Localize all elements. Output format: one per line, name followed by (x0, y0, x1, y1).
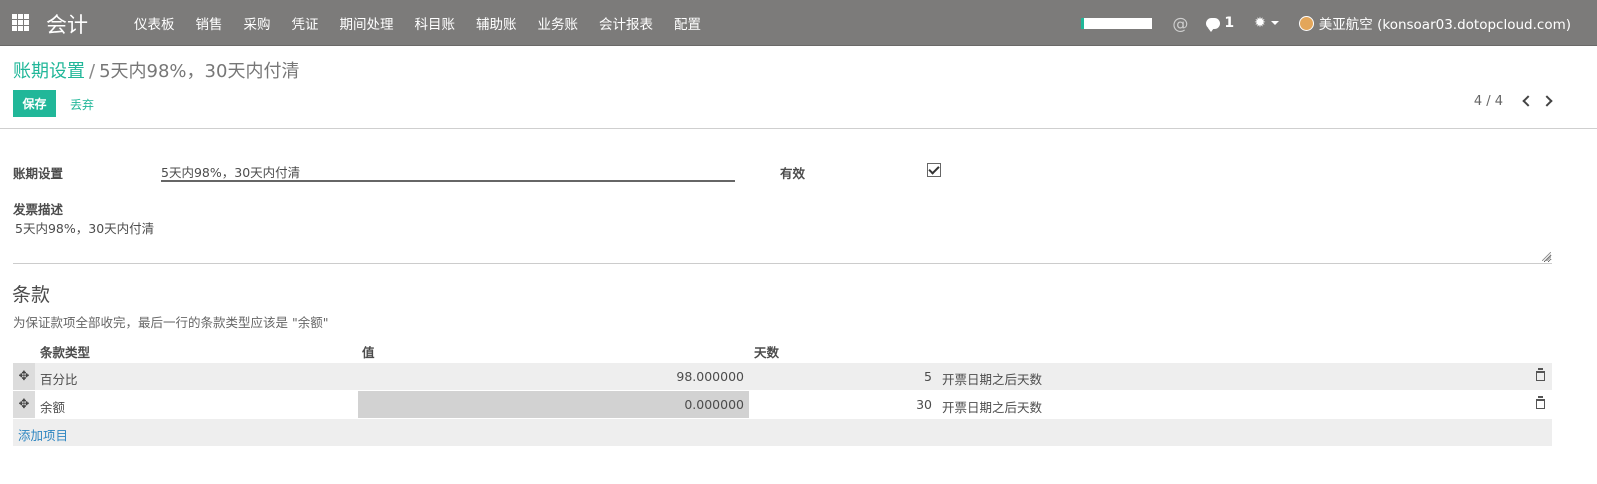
terms-help-text: 为保证款项全部收完，最后一行的条款类型应该是 "余额" (13, 315, 329, 330)
term-value-cell[interactable]: 0.000000 (358, 397, 744, 412)
messages-menu[interactable]: 1 (1206, 15, 1235, 32)
column-header-type[interactable]: 条款类型 (40, 342, 90, 361)
pager-value[interactable]: 4 / 4 (1474, 94, 1503, 109)
chevron-right-icon (1541, 95, 1553, 107)
save-button[interactable]: 保存 (13, 90, 56, 117)
active-checkbox[interactable] (927, 163, 941, 177)
bug-icon: ✹ (1254, 15, 1266, 31)
debug-menu[interactable]: ✹ (1254, 15, 1279, 31)
trash-icon[interactable] (1536, 396, 1545, 409)
pager-previous-button[interactable] (1517, 93, 1539, 109)
payment-term-name-input[interactable] (161, 162, 735, 182)
column-header-days[interactable]: 天数 (754, 342, 779, 361)
user-menu[interactable]: 美亚航空 (konsoar03.dotopcloud.com) (1298, 13, 1571, 33)
term-value-cell[interactable]: 98.000000 (358, 369, 744, 384)
control-panel: 账期设置/5天内98%，30天内付清 保存 丢弃 4 / 4 (0, 46, 1597, 129)
menu-item-account-ledger[interactable]: 科目账 (415, 13, 456, 33)
chat-icon (1206, 17, 1221, 32)
terms-table: 条款类型 值 天数 ✥ 百分比 98.000000 5 开票日期之后天数 ✥ 余… (13, 339, 1552, 446)
term-option-cell[interactable]: 开票日期之后天数 (942, 397, 1042, 416)
progress-bar (1081, 17, 1153, 29)
term-type-cell[interactable]: 余额 (40, 397, 65, 416)
menu-item-auxiliary-ledger[interactable]: 辅助账 (476, 13, 517, 33)
user-avatar (1298, 15, 1314, 31)
drag-handle-icon[interactable]: ✥ (13, 363, 35, 390)
menu-item-sales[interactable]: 销售 (196, 13, 223, 33)
pager-next-button[interactable] (1539, 93, 1561, 109)
menu-item-dashboard[interactable]: 仪表板 (134, 13, 175, 33)
apps-grid-icon[interactable] (12, 14, 29, 31)
menu-item-accounting-reports[interactable]: 会计报表 (599, 13, 653, 33)
breadcrumb-parent-link[interactable]: 账期设置 (13, 61, 85, 82)
column-header-value[interactable]: 值 (362, 342, 375, 361)
active-label: 有效 (780, 166, 806, 181)
resize-grip-icon[interactable] (1542, 252, 1551, 261)
menu-item-configuration[interactable]: 配置 (674, 13, 701, 33)
menu-item-period-processing[interactable]: 期间处理 (340, 13, 394, 33)
payment-term-label: 账期设置 (13, 166, 64, 181)
message-count: 1 (1224, 15, 1235, 31)
table-header: 条款类型 值 天数 (13, 339, 1552, 363)
menu-item-vouchers[interactable]: 凭证 (292, 13, 319, 33)
app-brand: 会计 (46, 13, 88, 37)
menu-item-purchase[interactable]: 采购 (244, 13, 271, 33)
term-type-cell[interactable]: 百分比 (40, 369, 78, 388)
add-item-row: 添加项目 (13, 419, 1552, 446)
user-name: 美亚航空 (konsoar03.dotopcloud.com) (1318, 17, 1571, 33)
breadcrumb-current: 5天内98%，30天内付清 (99, 61, 300, 82)
main-menu: 仪表板 销售 采购 凭证 期间处理 科目账 辅助账 业务账 会计报表 配置 (134, 0, 722, 46)
top-navbar: 会计 仪表板 销售 采购 凭证 期间处理 科目账 辅助账 业务账 会计报表 配置… (0, 0, 1597, 46)
table-row[interactable]: ✥ 余额 0.000000 30 开票日期之后天数 (13, 391, 1552, 419)
pager: 4 / 4 (1474, 93, 1561, 109)
table-row[interactable]: ✥ 百分比 98.000000 5 开票日期之后天数 (13, 363, 1552, 391)
discard-button[interactable]: 丢弃 (70, 96, 94, 113)
breadcrumb: 账期设置/5天内98%，30天内付清 (13, 57, 299, 83)
system-tray: @ 1 ✹ 美亚航空 (konsoar03.dotopcloud.com) (1081, 0, 1597, 46)
invoice-description-textarea[interactable]: 5天内98%，30天内付清 (13, 216, 1552, 264)
breadcrumb-separator: / (89, 61, 96, 82)
term-days-cell[interactable]: 30 (754, 397, 932, 412)
caret-down-icon (1270, 21, 1279, 25)
drag-handle-icon[interactable]: ✥ (13, 391, 35, 418)
term-days-cell[interactable]: 5 (754, 369, 932, 384)
trash-icon[interactable] (1536, 368, 1545, 381)
term-option-cell[interactable]: 开票日期之后天数 (942, 369, 1042, 388)
menu-item-business-ledger[interactable]: 业务账 (538, 13, 579, 33)
terms-section-title: 条款 (12, 284, 51, 306)
chevron-left-icon (1522, 95, 1534, 107)
add-item-link[interactable]: 添加项目 (18, 425, 68, 444)
at-mention-icon[interactable]: @ (1172, 14, 1188, 33)
